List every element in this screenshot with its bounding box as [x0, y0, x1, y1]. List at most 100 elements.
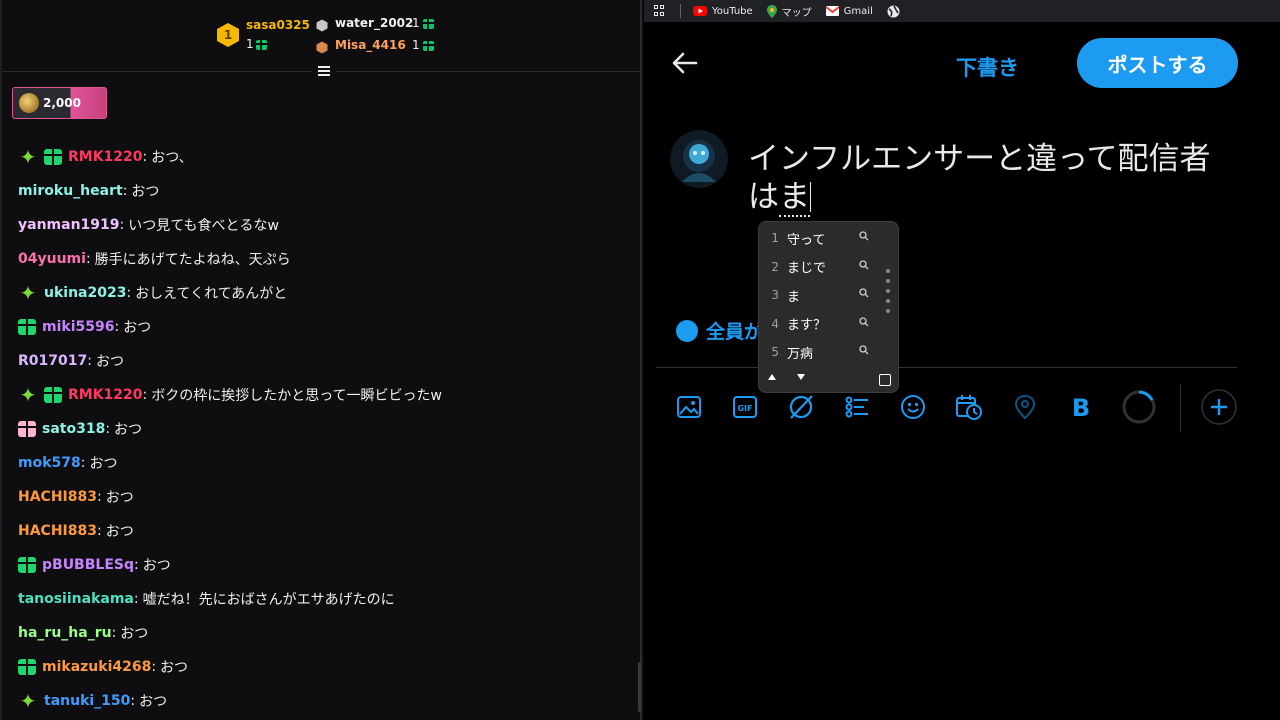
gif-button[interactable]: GIF	[730, 392, 760, 422]
text-caret	[810, 182, 811, 212]
schedule-button[interactable]	[954, 392, 984, 422]
gift-badge-icon	[44, 149, 62, 165]
chat-separator: :	[85, 251, 91, 267]
ime-candidate[interactable]: 3ま	[759, 281, 900, 309]
leader-second-name[interactable]: water_2002	[335, 16, 413, 30]
ime-page-nav[interactable]	[767, 373, 806, 384]
chat-username[interactable]: R017017	[18, 353, 87, 369]
leader-first-name[interactable]: sasa0325	[246, 18, 310, 32]
reply-permission-button[interactable]: 全員が	[676, 317, 763, 344]
chat-separator: :	[122, 183, 128, 199]
chat-message: ✦ RMK1220: おつ、	[18, 140, 628, 174]
chat-text: いつ見ても食べとるなw	[128, 218, 279, 234]
globe-icon	[676, 319, 698, 342]
user-avatar[interactable]	[670, 130, 728, 188]
bookmarks-divider	[680, 4, 681, 18]
leader-second-count: 1	[412, 16, 420, 30]
ime-expand-icon[interactable]	[879, 374, 891, 386]
chat-username[interactable]: RMK1220	[68, 149, 143, 165]
chat-username[interactable]: miroku_heart	[18, 183, 123, 199]
post-text-area[interactable]: インフルエンサーと違って配信者 はま	[748, 140, 1248, 217]
search-icon[interactable]	[859, 288, 869, 298]
calendar-clock-icon	[956, 395, 982, 420]
chat-username[interactable]: pBUBBLESq	[42, 557, 134, 573]
add-post-button[interactable]	[1200, 388, 1238, 426]
chat-username[interactable]: mikazuki4268	[42, 659, 151, 675]
chat-username[interactable]: 04yuumi	[18, 251, 86, 267]
search-icon[interactable]	[859, 231, 869, 241]
chat-message: mok578: おつ	[18, 446, 628, 480]
chat-text: おつ	[105, 524, 134, 540]
chat-text: おつ、	[151, 150, 193, 166]
apps-grid-icon[interactable]	[654, 5, 666, 17]
chat-text: おつ	[131, 184, 160, 200]
post-button[interactable]: ポストする	[1077, 38, 1238, 88]
chat-username[interactable]: tanuki_150	[44, 693, 130, 709]
bookmark-youtube[interactable]: YouTube	[693, 6, 753, 17]
chat-text: おつ	[89, 456, 118, 472]
chat-messages: ✦ RMK1220: おつ、 miroku_heart: おつ yanman1919: いつ…	[18, 140, 628, 718]
chat-separator: :	[111, 625, 117, 641]
chat-username[interactable]: mok578	[18, 455, 81, 471]
poll-button[interactable]	[842, 392, 872, 422]
gif-icon: GIF	[733, 396, 757, 418]
channel-points-button[interactable]: 2,000	[12, 87, 107, 119]
chat-message: HACHI883: おつ	[18, 514, 628, 548]
chat-username[interactable]: RMK1220	[68, 387, 143, 403]
chevron-up-icon[interactable]	[767, 373, 777, 381]
chat-text: おつ	[160, 660, 189, 676]
sparkle-badge-icon: ✦	[19, 383, 37, 407]
ime-candidate-window: 1 守って 2 まじで 3 ま 4 ます？ 5 万病	[758, 221, 899, 393]
ime-candidate[interactable]: 1 守って	[759, 224, 900, 252]
chat-username[interactable]: tanosiinakama	[18, 591, 134, 607]
bookmark-gmail[interactable]: Gmail	[825, 6, 873, 17]
bookmark-maps[interactable]: マップ	[766, 4, 812, 19]
search-icon[interactable]	[859, 259, 869, 270]
globe-icon	[887, 5, 900, 17]
media-button[interactable]	[674, 392, 704, 422]
chevron-down-icon[interactable]	[796, 373, 806, 381]
progress-ring-icon	[1122, 390, 1156, 424]
chat-message: ✦ tanuki_150: おつ	[18, 684, 628, 718]
chat-separator: :	[87, 353, 92, 369]
chat-message: ha_ru_ha_ru: おつ	[18, 616, 628, 650]
ime-candidate-number: 4	[771, 316, 779, 331]
emoji-button[interactable]	[898, 392, 928, 422]
chat-username[interactable]: ha_ru_ha_ru	[18, 625, 112, 641]
gift-badge-icon	[18, 421, 36, 437]
search-icon[interactable]	[859, 317, 869, 327]
chat-text: おつ	[114, 422, 143, 438]
collapse-leaderboard-button[interactable]	[312, 60, 336, 82]
chat-username[interactable]: HACHI883	[18, 489, 97, 505]
chat-message: 04yuumi: 勝手にあげてたよねね、天ぷら	[18, 242, 628, 276]
chat-username[interactable]: sato318	[42, 421, 105, 437]
bold-button[interactable]: B	[1066, 392, 1096, 422]
bookmark-label: YouTube	[712, 5, 753, 17]
chat-message: ✦ RMK1220: ボクの枠に挨拶したかと思って一瞬ビビったw	[18, 378, 628, 412]
back-button[interactable]	[670, 48, 700, 78]
chat-username[interactable]: HACHI883	[18, 523, 97, 539]
search-icon[interactable]	[859, 345, 869, 355]
ime-candidate-word: まじで	[787, 261, 827, 277]
chat-scrollbar[interactable]	[638, 662, 641, 712]
rank-3-badge	[316, 39, 328, 58]
grok-button[interactable]	[786, 392, 816, 422]
bookmark-label: マップ	[781, 7, 812, 19]
chat-username[interactable]: ukina2023	[44, 285, 126, 301]
bookmark-globe[interactable]	[887, 5, 900, 18]
location-button[interactable]	[1010, 392, 1040, 422]
chat-username[interactable]: miki5596	[42, 319, 114, 335]
chat-separator: :	[114, 319, 120, 335]
leader-third-name[interactable]: Misa_4416	[335, 38, 406, 52]
chat-text: 嘘だね！先におばさんがエサあげたのに	[142, 592, 395, 608]
chat-separator: :	[142, 149, 148, 165]
chat-username[interactable]: yanman1919	[18, 217, 120, 233]
drafts-button[interactable]: 下書き	[956, 52, 1019, 82]
ime-candidate[interactable]: 2 まじで	[759, 253, 900, 281]
gift-badge-icon	[18, 659, 36, 675]
ime-candidate[interactable]: 4 ます？	[759, 310, 900, 338]
chat-text: おつ	[123, 320, 152, 336]
chat-message: HACHI883: おつ	[18, 480, 628, 514]
gift-icon	[256, 40, 267, 50]
ime-candidate[interactable]: 5 万病	[759, 338, 900, 366]
